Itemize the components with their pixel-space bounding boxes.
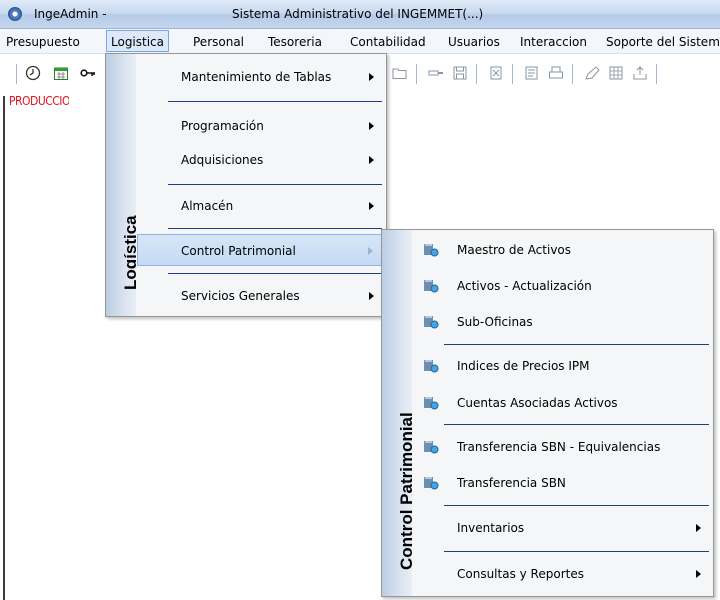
menu-item-label: Mantenimiento de Tablas	[181, 70, 332, 84]
activos-icon	[424, 477, 439, 490]
menu-item-inventarios[interactable]: Inventarios	[413, 512, 711, 544]
menu-separator	[168, 228, 382, 229]
menu-item-label: Inventarios	[457, 521, 525, 535]
title-bar: IngeAdmin - Sistema Administrativo del I…	[0, 0, 720, 29]
menu-personal[interactable]: Personal	[193, 33, 244, 51]
toolbar-separator	[572, 64, 573, 84]
toolbar-separator	[656, 64, 657, 84]
submenu-arrow-icon	[369, 73, 374, 81]
menu-interaccion[interactable]: Interaccion	[520, 33, 587, 51]
menu-item-label: Consultas y Reportes	[457, 567, 584, 581]
menu-separator	[444, 551, 709, 552]
menu-separator	[168, 184, 382, 185]
toolbar-separator	[512, 64, 513, 84]
activos-icon	[424, 360, 439, 373]
toolbar-separator	[476, 64, 477, 84]
menu-item-almacen[interactable]: Almacén	[137, 190, 384, 222]
menu-item-servicios-generales[interactable]: Servicios Generales	[137, 280, 384, 312]
export-icon[interactable]	[632, 65, 648, 81]
control-patrimonial-menu-band: Control Patrimonial	[382, 230, 412, 596]
activos-icon	[424, 316, 439, 329]
menu-item-label: Cuentas Asociadas Activos	[457, 396, 618, 410]
activos-icon	[424, 397, 439, 410]
main-area-border	[3, 96, 5, 600]
preview-icon[interactable]	[524, 65, 540, 81]
logistica-menu-band: Logística	[106, 54, 136, 316]
menu-contabilidad[interactable]: Contabilidad	[350, 33, 426, 51]
menu-item-label: Indices de Precios IPM	[457, 359, 590, 373]
menu-item-programacion[interactable]: Programación	[137, 110, 384, 142]
submenu-arrow-icon	[696, 524, 701, 532]
menu-item-indices-de-precios-ipm[interactable]: Indices de Precios IPM	[413, 350, 711, 382]
delete-document-icon[interactable]	[488, 65, 504, 81]
toolbar-separator	[16, 64, 17, 84]
menu-item-label: Transferencia SBN	[457, 476, 566, 490]
control-patrimonial-menu-band-title: Control Patrimonial	[397, 412, 412, 570]
window-title: Sistema Administrativo del INGEMMET(...)	[232, 7, 484, 21]
menu-item-mantenimiento-de-tablas[interactable]: Mantenimiento de Tablas	[137, 61, 384, 93]
menu-item-sub-oficinas[interactable]: Sub-Oficinas	[413, 306, 711, 338]
environment-label: PRODUCCION	[9, 94, 69, 108]
menu-separator	[444, 424, 709, 425]
menu-item-label: Maestro de Activos	[457, 243, 572, 257]
submenu-arrow-icon	[369, 292, 374, 300]
menu-item-label: Servicios Generales	[181, 289, 300, 303]
app-name: IngeAdmin -	[34, 7, 107, 21]
menu-item-label: Control Patrimonial	[181, 244, 296, 258]
menu-item-control-patrimonial[interactable]: Control Patrimonial	[137, 234, 384, 266]
menu-logistica[interactable]: Logistica	[106, 30, 170, 52]
control-patrimonial-menu: Control Patrimonial Maestro de Activos A…	[381, 229, 714, 597]
menu-item-transferencia-sbn[interactable]: Transferencia SBN	[413, 467, 711, 499]
grid-icon[interactable]	[608, 65, 624, 81]
submenu-arrow-icon	[369, 156, 374, 164]
menu-separator	[168, 101, 382, 102]
submenu-arrow-icon	[369, 122, 374, 130]
menu-item-label: Transferencia SBN - Equivalencias	[457, 440, 661, 454]
menu-item-consultas-y-reportes[interactable]: Consultas y Reportes	[413, 558, 711, 590]
activos-icon	[424, 244, 439, 257]
pencil-icon[interactable]	[584, 65, 600, 81]
menu-item-label: Sub-Oficinas	[457, 315, 533, 329]
menu-item-label: Programación	[181, 119, 264, 133]
activos-icon	[424, 280, 439, 293]
menu-separator	[444, 505, 709, 506]
menu-item-activos-actualizacion[interactable]: Activos - Actualización	[413, 270, 711, 302]
menu-item-label: Activos - Actualización	[457, 279, 592, 293]
open-folder-icon[interactable]	[392, 65, 408, 81]
logistica-menu: Logística Mantenimiento de Tablas Progra…	[105, 53, 387, 317]
menu-item-adquisiciones[interactable]: Adquisiciones	[137, 144, 384, 176]
submenu-arrow-icon	[696, 570, 701, 578]
clock-icon[interactable]	[25, 65, 41, 81]
link-icon[interactable]	[428, 65, 444, 81]
save-icon[interactable]	[452, 65, 468, 81]
submenu-arrow-icon	[368, 247, 373, 255]
menu-item-transferencia-sbn-equivalencias[interactable]: Transferencia SBN - Equivalencias	[413, 431, 711, 463]
menu-presupuesto[interactable]: Presupuesto	[6, 33, 80, 51]
toolbar-separator	[416, 64, 417, 84]
menu-item-maestro-de-activos[interactable]: Maestro de Activos	[413, 234, 711, 266]
menu-tesoreria[interactable]: Tesoreria	[268, 33, 322, 51]
menu-item-label: Almacén	[181, 199, 234, 213]
print-icon[interactable]	[548, 65, 564, 81]
menu-item-label: Adquisiciones	[181, 153, 264, 167]
menu-item-cuentas-asociadas-activos[interactable]: Cuentas Asociadas Activos	[413, 387, 711, 419]
app-gear-icon	[8, 7, 22, 21]
menu-separator	[444, 344, 709, 345]
menu-soporte-del-sistema[interactable]: Soporte del Sistem	[606, 33, 720, 51]
menu-separator	[168, 273, 382, 274]
submenu-arrow-icon	[369, 202, 374, 210]
logistica-menu-band-title: Logística	[121, 215, 136, 290]
key-icon[interactable]	[80, 65, 96, 81]
menu-bar: Presupuesto Logistica Personal Tesoreria…	[0, 29, 720, 54]
activos-icon	[424, 441, 439, 454]
menu-usuarios[interactable]: Usuarios	[448, 33, 500, 51]
calendar-icon[interactable]	[53, 65, 69, 81]
